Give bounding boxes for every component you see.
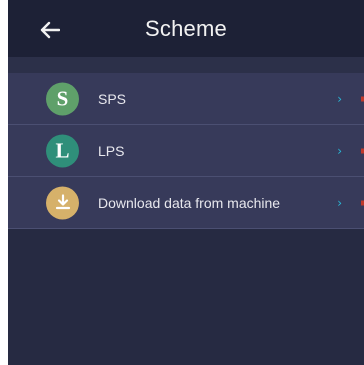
page-title: Scheme <box>145 16 227 41</box>
scheme-list: S SPS › L LPS › Download data from machi… <box>8 73 364 229</box>
list-item-label: LPS <box>98 142 125 159</box>
list-item-label: Download data from machine <box>98 194 281 211</box>
list-item-lps[interactable]: L LPS › <box>8 125 364 177</box>
chevron-right-icon: › <box>337 195 342 210</box>
lps-letter-icon: L <box>46 134 79 167</box>
list-item-label: SPS <box>98 90 127 107</box>
header-bar: Scheme <box>8 0 364 57</box>
list-item-download-data[interactable]: Download data from machine › <box>8 177 364 229</box>
download-icon <box>46 186 79 219</box>
sps-letter-icon: S <box>46 82 79 115</box>
chevron-right-icon: › <box>337 91 342 106</box>
chevron-right-icon: › <box>337 143 342 158</box>
section-spacer <box>8 57 364 73</box>
list-item-sps[interactable]: S SPS › <box>8 73 364 125</box>
scheme-screen: Scheme S SPS › L LPS › Download data fro… <box>8 0 364 365</box>
